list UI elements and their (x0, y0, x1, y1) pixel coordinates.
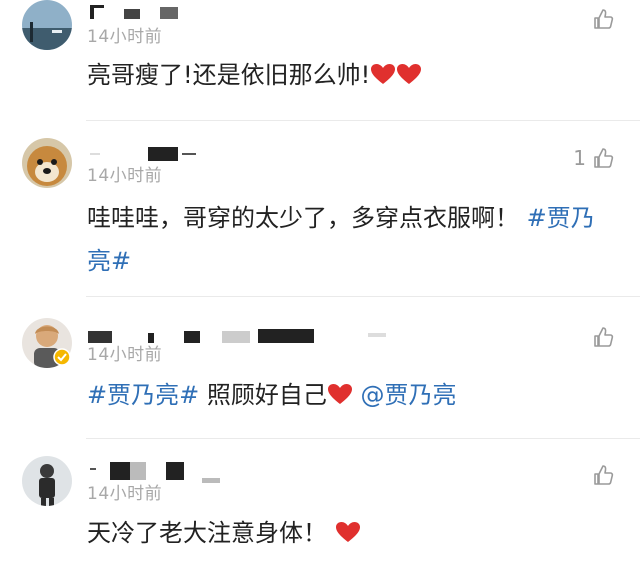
username-redacted[interactable] (88, 328, 388, 343)
like-button[interactable] (586, 326, 614, 348)
comment-item-3: 14小时前 #贾乃亮# 照顾好自己 @贾乃亮 (0, 318, 640, 438)
heart-emoji-icon (397, 64, 422, 84)
comment-time: 14小时前 (87, 166, 163, 186)
heart-emoji-icon (335, 522, 360, 542)
like-button[interactable] (586, 464, 614, 486)
like-button[interactable]: 1 (573, 146, 614, 170)
comment-time: 14小时前 (87, 345, 163, 365)
comment-text: #贾乃亮# 照顾好自己 @贾乃亮 (87, 374, 614, 417)
comment-body: 天冷了老大注意身体！ (87, 519, 327, 547)
thumbs-up-icon (594, 465, 614, 485)
like-button[interactable] (586, 8, 614, 30)
divider (86, 438, 640, 439)
thumbs-up-icon (594, 9, 614, 29)
comment-item-2: 14小时前 哇哇哇，哥穿的太少了，多穿点衣服啊！ #贾乃亮# 1 (0, 138, 640, 298)
username-redacted[interactable] (90, 4, 180, 19)
mention-link[interactable]: @贾乃亮 (353, 381, 456, 409)
thumbs-up-icon (594, 327, 614, 347)
verified-badge-icon (53, 348, 71, 366)
comment-time: 14小时前 (87, 484, 163, 504)
comment-item-1: 14小时前 亮哥瘦了!还是依旧那么帅! (0, 0, 640, 120)
avatar[interactable] (22, 0, 72, 50)
divider (86, 120, 640, 121)
like-count: 1 (573, 146, 586, 170)
avatar[interactable] (22, 456, 72, 506)
heart-emoji-icon (371, 64, 396, 84)
divider (86, 296, 640, 297)
comment-text: 亮哥瘦了!还是依旧那么帅! (87, 54, 614, 97)
comment-item-4: 14小时前 天冷了老大注意身体！ (0, 456, 640, 573)
comment-body: 照顾好自己 (199, 381, 327, 409)
comment-text: 天冷了老大注意身体！ (87, 512, 614, 555)
comment-text: 哇哇哇，哥穿的太少了，多穿点衣服啊！ #贾乃亮# (87, 197, 614, 283)
comment-body: 亮哥瘦了!还是依旧那么帅! (87, 61, 371, 89)
heart-emoji-icon (327, 384, 352, 404)
avatar[interactable] (22, 138, 72, 188)
username-redacted[interactable] (90, 146, 200, 161)
comment-time: 14小时前 (87, 27, 163, 47)
username-redacted[interactable] (90, 460, 230, 484)
topic-tag-link[interactable]: #贾乃亮# (87, 381, 199, 409)
comment-body: 哇哇哇，哥穿的太少了，多穿点衣服啊！ (87, 204, 527, 232)
thumbs-up-icon (594, 148, 614, 168)
